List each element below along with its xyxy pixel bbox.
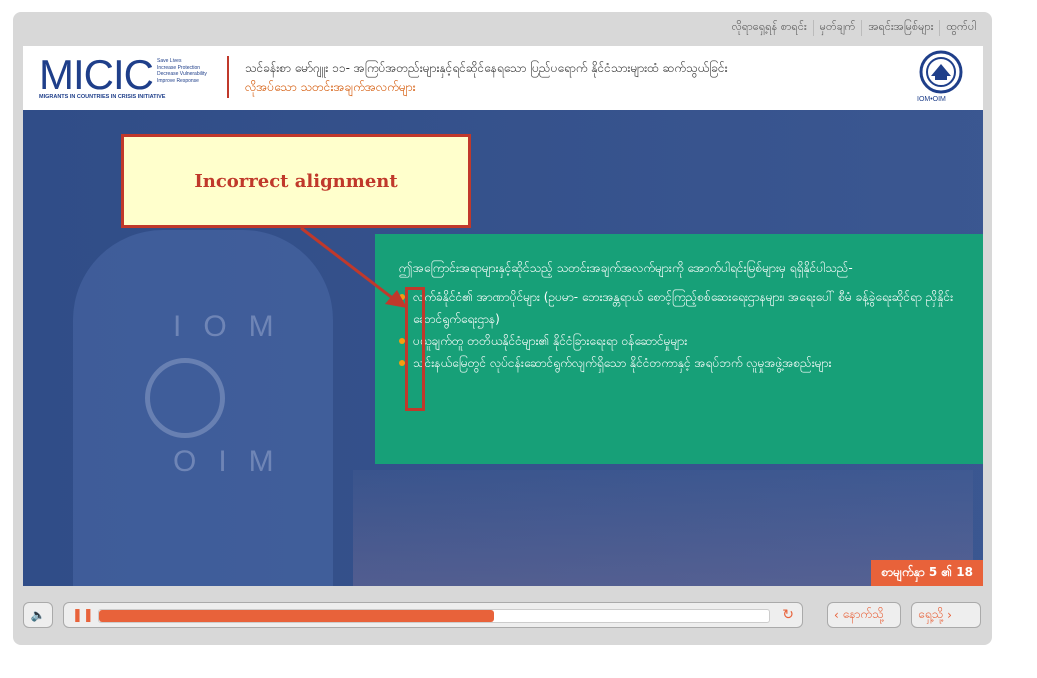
course-header: MICIC Save Lives Increase Protection Dec… xyxy=(23,46,983,110)
slide-stage: IOM OIM Incorrect alignment ဤအကြောင်းအရာ… xyxy=(23,110,983,586)
topnav-notes-link[interactable]: မှတ်ချက် xyxy=(812,20,862,36)
panel-list: လက်ခံနိုင်ငံ၏ အာဏာပိုင်များ (ဥပမာ- ဘေးအန… xyxy=(399,286,965,374)
topnav-resources-link[interactable]: အရင်းအမြစ်များ xyxy=(861,20,939,36)
topnav-menu-link[interactable]: လိုရာရှေ့ရန် စာရင်း xyxy=(726,20,813,36)
progress-fill xyxy=(99,610,495,622)
prev-button[interactable]: ‹ နောက်သို့ xyxy=(827,602,901,628)
logo-main-text: MICIC xyxy=(39,51,154,98)
logo-tagline-line: Decrease Vulnerability xyxy=(157,71,207,77)
volume-button[interactable]: 🔈 xyxy=(23,602,53,628)
list-item-text: ပယူချက်တူ တတိယနိုင်ငံများ၏ နိုင်ငံခြားရေ… xyxy=(413,334,688,348)
header-divider xyxy=(227,56,229,98)
list-item-text: လက်ခံနိုင်ငံ၏ အာဏာပိုင်များ (ဥပမာ- ဘေးအန… xyxy=(413,290,954,326)
background-iom-text: IOM xyxy=(173,310,296,343)
logo-tagline: Save Lives Increase Protection Decrease … xyxy=(157,58,207,84)
next-button[interactable]: ရှေ့သို့ › xyxy=(911,602,981,628)
topnav-exit-link[interactable]: ထွက်ပါ xyxy=(939,20,982,36)
slide-counter: စာမျက်နှာ 5 ၏ 18 xyxy=(871,560,983,586)
course-subtitle: လိုအပ်သော သတင်းအချက်အလက်များ xyxy=(245,80,416,94)
list-item-text: သင်းနယ်မြေတွင် လုပ်ငန်းဆောင်ရွက်လျက်ရှိသ… xyxy=(413,356,832,370)
chevron-right-icon: › xyxy=(943,608,952,622)
list-item: ပယူချက်တူ တတိယနိုင်ငံများ၏ နိုင်ငံခြားရေ… xyxy=(399,330,965,352)
logo-subtitle: MIGRANTS IN COUNTRIES IN CRISIS INITIATI… xyxy=(39,94,166,100)
chevron-left-icon: ‹ xyxy=(834,608,843,622)
course-player: လိုရာရှေ့ရန် စာရင်း မှတ်ချက် အရင်းအမြစ်မ… xyxy=(13,12,992,645)
player-controls: 🔈 ❚❚ ↻ ‹ နောက်သို့ ရှေ့သို့ › xyxy=(23,598,983,634)
annotation-highlight-box xyxy=(405,287,425,411)
list-item: လက်ခံနိုင်ငံ၏ အာဏာပိုင်များ (ဥပမာ- ဘေးအန… xyxy=(399,286,965,330)
background-oim-text: OIM xyxy=(173,445,296,478)
progress-bar[interactable] xyxy=(98,609,770,623)
course-title: သင်ခန်းစာ မော်ဂျူး ၁၁- အကြပ်အတည်းများနှင… xyxy=(245,61,728,75)
content-panel: ဤအကြောင်းအရာများနှင့်ဆိုင်သည့် သတင်းအချက… xyxy=(375,234,983,464)
next-button-label: ရှေ့သို့ xyxy=(918,607,944,621)
logo-tagline-line: Improve Response xyxy=(157,77,199,84)
panel-intro-text: ဤအကြောင်းအရာများနှင့်ဆိုင်သည့် သတင်းအချက… xyxy=(399,261,853,275)
iom-logo-label: IOM•OIM xyxy=(917,96,946,103)
pause-icon[interactable]: ❚❚ xyxy=(72,608,94,623)
progress-container: ❚❚ ↻ xyxy=(63,602,803,628)
speaker-icon: 🔈 xyxy=(30,608,46,622)
replay-icon[interactable]: ↻ xyxy=(782,607,794,623)
background-emblem-icon xyxy=(145,358,225,438)
top-navigation: လိုရာရှေ့ရန် စာရင်း မှတ်ချက် အရင်းအမြစ်မ… xyxy=(726,20,982,36)
prev-button-label: နောက်သို့ xyxy=(842,607,884,621)
callout-text: Incorrect alignment xyxy=(194,170,398,192)
micic-logo: MICIC Save Lives Increase Protection Dec… xyxy=(39,54,209,102)
annotation-callout: Incorrect alignment xyxy=(121,134,471,228)
list-item: သင်းနယ်မြေတွင် လုပ်ငန်းဆောင်ရွက်လျက်ရှိသ… xyxy=(399,352,965,374)
iom-logo-icon: IOM•OIM xyxy=(913,50,969,106)
